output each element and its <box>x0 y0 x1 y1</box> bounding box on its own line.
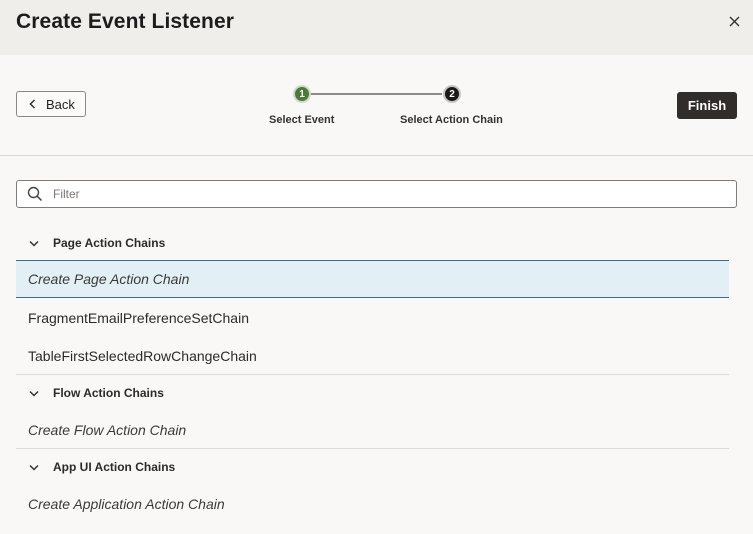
list-item-create-application-action-chain[interactable]: Create Application Action Chain <box>16 485 729 523</box>
group-label: Flow Action Chains <box>53 386 164 400</box>
group-label: App UI Action Chains <box>53 460 176 474</box>
close-button[interactable] <box>725 12 743 30</box>
chevron-down-icon <box>29 240 39 247</box>
chevron-left-icon <box>29 99 36 109</box>
close-icon <box>729 16 740 27</box>
step-2-indicator[interactable]: 2 <box>443 85 461 103</box>
step-1-label: Select Event <box>269 114 335 126</box>
step-1-indicator[interactable]: 1 <box>293 85 311 103</box>
dialog-title: Create Event Listener <box>16 10 235 33</box>
train-connector <box>310 93 442 95</box>
chevron-down-icon <box>29 464 39 471</box>
filter-field[interactable] <box>16 180 737 208</box>
back-button-label: Back <box>46 96 75 112</box>
wizard-toolbar: Back 1 2 Select Event Select Action Chai… <box>0 55 753 156</box>
list-item-table-first-selected-row-change-chain[interactable]: TableFirstSelectedRowChangeChain <box>16 337 729 375</box>
finish-button[interactable]: Finish <box>677 92 737 119</box>
group-page-action-chains[interactable]: Page Action Chains <box>16 228 729 258</box>
chevron-down-icon <box>29 390 39 397</box>
list-item-create-page-action-chain[interactable]: Create Page Action Chain <box>16 260 729 298</box>
group-app-ui-action-chains[interactable]: App UI Action Chains <box>16 452 729 482</box>
filter-input[interactable] <box>53 187 703 201</box>
group-divider <box>16 374 729 375</box>
group-label: Page Action Chains <box>53 236 166 250</box>
group-divider <box>16 448 729 449</box>
list-item-fragment-email-preference-set-chain[interactable]: FragmentEmailPreferenceSetChain <box>16 299 729 337</box>
step-2-label: Select Action Chain <box>400 114 503 126</box>
dialog-header: Create Event Listener <box>0 0 753 55</box>
search-icon <box>27 186 43 202</box>
group-flow-action-chains[interactable]: Flow Action Chains <box>16 378 729 408</box>
list-item-create-flow-action-chain[interactable]: Create Flow Action Chain <box>16 411 729 449</box>
back-button[interactable]: Back <box>16 91 86 117</box>
